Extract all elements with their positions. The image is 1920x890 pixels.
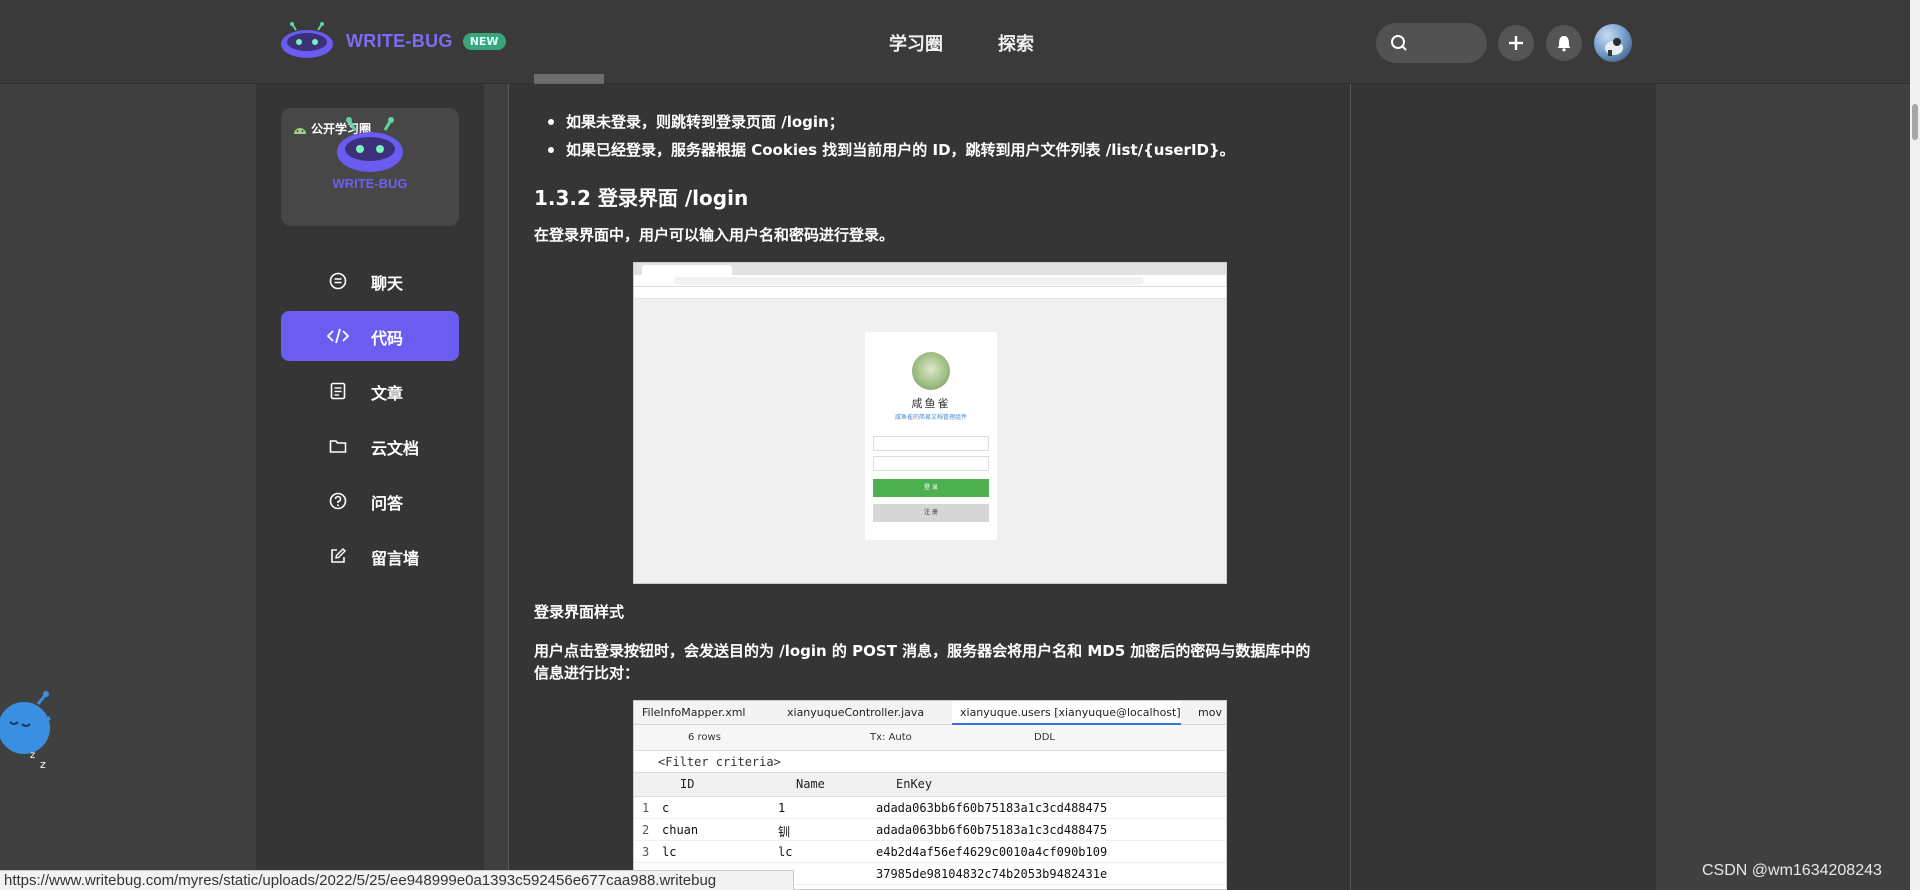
sleeping-mascot-icon[interactable]: z z [0,676,56,772]
sidebar-item-label: 问答 [371,494,404,513]
sidebar-item-label: 代码 [371,329,404,348]
sidebar-item-articles[interactable]: 文章 [281,366,459,416]
login-card: 咸鱼雀 咸鱼雀的简易文档管理组件 登 录 注 册 [865,332,997,540]
nav-learning-circle[interactable]: 学习圈 [889,30,943,56]
login-title: 咸鱼雀 [911,397,951,410]
sidebar-item-label: 聊天 [371,274,404,293]
watermark: CSDN @wm1634208243 [1702,862,1882,879]
editor-tab: mov [1198,706,1222,719]
browser-url [674,277,1144,285]
cell-id: lc [662,845,677,859]
filter-criteria: <Filter criteria> [634,751,1226,773]
browser-bookmarks-bar [634,287,1226,299]
username-field [873,436,989,451]
question-icon [329,492,347,510]
tx-mode: Tx: Auto [870,732,912,743]
intro-paragraph: 在登录界面中，用户可以输入用户名和密码进行登录。 [534,226,895,244]
paragraph-line: 信息进行比对： [534,664,640,682]
folder-icon [329,440,347,453]
search-input[interactable] [1376,23,1487,63]
sidebar-item-code[interactable]: 代码 [281,311,459,361]
android-icon [294,127,306,134]
logo-text: WRITE-BUG [346,30,453,51]
cell-id: chuan [662,823,699,837]
browser-tab [642,265,732,275]
login-subtitle: 咸鱼雀的简易文档管理组件 [894,414,967,421]
table-toolbar: 6 rows Tx: Auto DDL [634,725,1226,751]
bell-icon [1557,36,1571,52]
clipped-heading [534,68,604,84]
cell-enkey: adada063bb6f60b75183a1c3cd488475 [876,823,1108,837]
editor-tab: xianyuque.users [xianyuque@localhost] [952,701,1181,725]
cell-enkey: adada063bb6f60b75183a1c3cd488475 [876,801,1108,815]
svg-text:z: z [30,750,35,761]
mascot-avatar-icon [912,352,950,390]
password-field [873,456,989,471]
edit-icon [331,548,346,563]
browser-tab-bar [634,263,1226,275]
rows-count: 6 rows [688,732,721,743]
table-row: 3 lc lc e4b2d4af56ef4629c0010a4cf090b109 [634,841,1226,863]
row-number: 2 [642,823,650,837]
editor-tab: FileInfoMapper.xml [642,706,746,719]
create-button[interactable] [1498,25,1534,61]
sidebar-item-label: 文章 [371,384,404,403]
login-page-screenshot: 咸鱼雀 咸鱼雀的简易文档管理组件 登 录 注 册 [633,262,1227,584]
table-row: 2 chuan 钏 adada063bb6f60b75183a1c3cd4884… [634,819,1226,841]
status-bar-url: https://www.writebug.com/myres/static/up… [0,870,794,890]
robot-logo-icon [280,22,334,60]
new-badge: NEW [462,32,506,50]
notifications-button[interactable] [1546,25,1582,61]
column-header: EnKey [896,777,933,791]
site-logo[interactable]: WRITE-BUG NEW [280,22,506,60]
image-caption: 登录界面样式 [534,603,625,621]
scrollbar-thumb[interactable] [1912,104,1918,140]
list-item: 如果未登录，则跳转到登录页面 /login； [548,108,1235,136]
bullet-list: 如果未登录，则跳转到登录页面 /login； 如果已经登录，服务器根据 Cook… [548,108,1235,164]
plus-icon [1509,36,1523,50]
code-icon [327,328,349,344]
table-header: ID Name EnKey [634,773,1226,797]
avatar[interactable] [1594,24,1632,62]
sidebar-item-label: 留言墙 [371,549,420,568]
top-nav-bar: WRITE-BUG NEW 学习圈 探索 [0,0,1920,84]
svg-text:z: z [40,758,46,771]
cell-name: 1 [778,801,786,815]
group-name: WRITE-BUG [332,176,408,191]
cell-enkey: e4b2d4af56ef4629c0010a4cf090b109 [876,845,1108,859]
browser-address-bar [634,275,1226,287]
nav-explore[interactable]: 探索 [998,30,1034,56]
login-button: 登 录 [873,479,989,497]
paragraph-line: 用户点击登录按钮时，会发送目的为 /login 的 POST 消息，服务器会将用… [534,642,1311,660]
document-icon [330,382,346,400]
editor-tabs: FileInfoMapper.xml xianyuqueController.j… [634,701,1226,725]
database-table-screenshot: FileInfoMapper.xml xianyuqueController.j… [633,700,1227,890]
column-header: Name [796,777,825,791]
table-row: 1 c 1 adada063bb6f60b75183a1c3cd488475 [634,797,1226,819]
cell-name: 钏 [778,825,791,839]
cell-name: lc [778,845,793,859]
editor-tab: xianyuqueController.java [787,706,925,719]
row-number: 1 [642,801,650,815]
column-header: ID [680,777,695,791]
robot-logo-icon [337,117,403,172]
sidebar-item-cloud-docs[interactable]: 云文档 [281,421,459,471]
right-panel [1351,84,1656,890]
chat-icon [329,272,347,290]
sidebar-item-label: 云文档 [371,439,420,458]
section-heading: 1.3.2 登录界面 /login [534,186,749,210]
sidebar-item-qa[interactable]: 问答 [281,476,459,526]
sidebar-item-chat[interactable]: 聊天 [281,256,459,306]
group-card[interactable]: 公开学习圈 WRITE-BUG [281,108,459,226]
register-button: 注 册 [873,504,989,522]
cell-enkey: 37985de98104832c74b2053b9482431e [876,867,1108,881]
search-icon [1391,35,1407,51]
sidebar-item-message-wall[interactable]: 留言墙 [281,531,459,581]
list-item: 如果已经登录，服务器根据 Cookies 找到当前用户的 ID，跳转到用户文件列… [548,136,1235,164]
cell-id: c [662,801,670,815]
ddl-label: DDL [1034,732,1055,743]
row-number: 3 [642,845,650,859]
